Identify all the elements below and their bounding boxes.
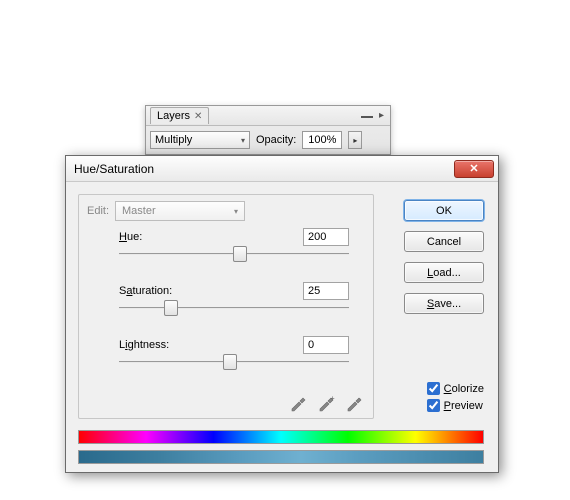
titlebar[interactable]: Hue/Saturation ✕ <box>66 156 498 182</box>
opacity-flyout-button[interactable]: ▸ <box>348 131 362 149</box>
saturation-label: Saturation: <box>119 285 172 297</box>
edit-label: Edit: <box>87 205 109 217</box>
lightness-label: Lightness: <box>119 339 169 351</box>
cancel-button[interactable]: Cancel <box>404 231 484 252</box>
hue-label: Hue: <box>119 231 142 243</box>
preview-label: Preview <box>444 400 483 412</box>
output-hue-strip <box>78 450 484 464</box>
hue-input[interactable] <box>303 228 349 246</box>
close-button[interactable]: ✕ <box>454 160 494 178</box>
chevron-down-icon: ▾ <box>241 136 245 145</box>
layers-panel: Layers ✕ ▸ Multiply ▾ Opacity: 100% ▸ <box>145 105 391 155</box>
input-hue-strip <box>78 430 484 444</box>
edit-select[interactable]: Master ▾ <box>115 201 245 221</box>
lightness-input[interactable] <box>303 336 349 354</box>
colorize-label: Colorize <box>444 383 484 395</box>
ok-button[interactable]: OK <box>404 200 484 221</box>
saturation-slider-thumb[interactable] <box>164 300 178 316</box>
close-icon: ✕ <box>469 162 478 175</box>
edit-select-value: Master <box>122 205 156 217</box>
save-button[interactable]: Save... <box>404 293 484 314</box>
eyedropper-icon[interactable] <box>289 394 307 412</box>
panel-menu-icon[interactable]: ▸ <box>379 110 384 121</box>
lightness-slider-thumb[interactable] <box>223 354 237 370</box>
minimize-icon[interactable] <box>361 110 373 121</box>
blend-mode-select[interactable]: Multiply ▾ <box>150 131 250 149</box>
preview-checkbox[interactable]: Preview <box>427 399 484 412</box>
opacity-label: Opacity: <box>256 134 296 146</box>
eyedropper-subtract-icon[interactable]: - <box>345 394 363 412</box>
chevron-down-icon: ▾ <box>234 207 238 216</box>
opacity-value: 100% <box>308 134 336 146</box>
layers-tab[interactable]: Layers ✕ <box>150 107 209 124</box>
colorize-checkbox-input[interactable] <box>427 382 440 395</box>
opacity-field[interactable]: 100% <box>302 131 342 149</box>
hue-slider-thumb[interactable] <box>233 246 247 262</box>
saturation-input[interactable] <box>303 282 349 300</box>
saturation-slider-track[interactable] <box>119 307 349 309</box>
colorize-checkbox[interactable]: Colorize <box>427 382 484 395</box>
preview-checkbox-input[interactable] <box>427 399 440 412</box>
parameters-group: Edit: Master ▾ Hue: Saturation: <box>78 194 374 419</box>
eyedropper-add-icon[interactable]: + <box>317 394 335 412</box>
close-icon[interactable]: ✕ <box>194 111 202 122</box>
svg-text:+: + <box>330 394 335 403</box>
svg-text:-: - <box>358 394 361 403</box>
load-button[interactable]: Load... <box>404 262 484 283</box>
blend-mode-value: Multiply <box>155 134 192 146</box>
hue-saturation-dialog: Hue/Saturation ✕ Edit: Master ▾ Hue: <box>65 155 499 473</box>
layers-tab-label: Layers <box>157 110 190 122</box>
dialog-title: Hue/Saturation <box>74 162 154 176</box>
